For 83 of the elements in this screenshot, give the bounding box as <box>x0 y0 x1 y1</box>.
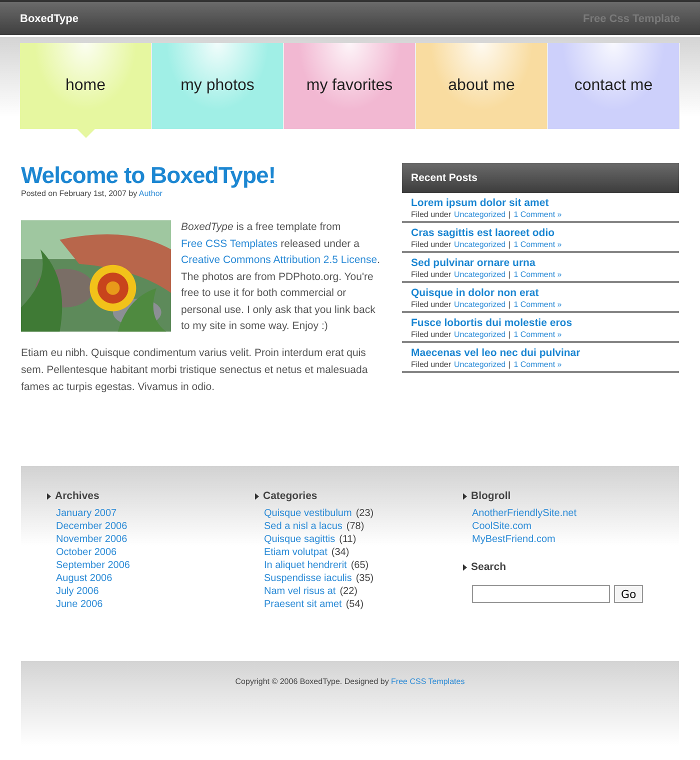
separator: | <box>508 270 511 279</box>
post-count: (34) <box>331 546 350 559</box>
link[interactable]: Author <box>138 189 162 198</box>
post-count: (23) <box>356 507 374 520</box>
comments-link[interactable]: 1 Comment » <box>514 330 562 339</box>
blogroll-link[interactable]: CoolSite.com <box>472 520 671 533</box>
comments-link[interactable]: 1 Comment » <box>514 210 562 219</box>
nav-tab[interactable]: contact me <box>548 43 680 129</box>
category-link[interactable]: Uncategorized <box>454 210 506 219</box>
category-link[interactable]: Uncategorized <box>454 270 506 279</box>
post-title[interactable]: Welcome to BoxedType! <box>21 161 381 189</box>
category-link[interactable]: Quisque sagittis <box>264 533 336 546</box>
blogroll-link[interactable]: AnotherFriendlySite.net <box>472 507 671 520</box>
triangle-icon <box>47 492 51 500</box>
separator: | <box>508 330 511 339</box>
pointer-icon <box>76 129 94 138</box>
link[interactable]: Creative Commons Attribution 2.5 License <box>181 254 378 266</box>
category-link[interactable]: Sed a nisl a lacus <box>264 520 342 533</box>
archive-link[interactable]: November 2006 <box>56 533 255 546</box>
designer-link[interactable]: Free CSS Templates <box>391 677 465 686</box>
go-button[interactable]: Go <box>614 585 644 603</box>
recent-posts-title: Recent Posts <box>411 172 478 184</box>
comments-link[interactable]: 1 Comment » <box>514 270 562 279</box>
archive-link[interactable]: September 2006 <box>56 559 255 572</box>
link[interactable]: Free CSS Templates <box>181 238 278 250</box>
filed-label: Filed under <box>411 270 452 279</box>
category-link[interactable]: Uncategorized <box>454 360 506 369</box>
post-meta: Posted on February 1st, 2007 by Author <box>21 189 164 198</box>
nav-tab[interactable]: my favorites <box>284 43 416 129</box>
triangle-icon <box>255 492 259 500</box>
post-count: (22) <box>340 585 358 598</box>
post-count: (11) <box>339 533 356 546</box>
blogroll-link[interactable]: MyBestFriend.com <box>472 533 671 546</box>
filed-label: Filed under <box>411 240 452 249</box>
post-link[interactable]: Cras sagittis est laoreet odio <box>411 227 670 239</box>
comments-link[interactable]: 1 Comment » <box>514 360 562 369</box>
post-count: (54) <box>346 598 364 611</box>
site-logo[interactable]: BoxedType <box>20 12 78 24</box>
section-heading: Blogroll <box>471 490 511 502</box>
separator: | <box>508 300 511 309</box>
post-link[interactable]: Lorem ipsum dolor sit amet <box>411 197 670 209</box>
category-link[interactable]: Nam vel risus at <box>264 585 336 598</box>
copyright-text: Copyright © 2006 BoxedType. Designed by Free CSS Templates <box>235 677 465 688</box>
filed-label: Filed under <box>411 300 452 309</box>
separator: | <box>508 360 511 369</box>
nav-tab[interactable]: about me <box>416 43 548 129</box>
archive-link[interactable]: August 2006 <box>56 572 255 585</box>
comments-link[interactable]: 1 Comment » <box>514 300 562 309</box>
category-link[interactable]: Quisque vestibulum <box>264 507 352 520</box>
intro-paragraph: BoxedType is a free template from Free CSS Templates released under a Creative Commons Attribution 2.5 License. The photos are from PDPhoto.org. You're free to use it for both commercial or personal use. I only ask that you link back to my site in some way. Enjoy :) <box>181 220 381 334</box>
post-count: (35) <box>356 572 374 585</box>
post-count: (78) <box>346 520 364 533</box>
triangle-icon <box>463 564 467 570</box>
archive-link[interactable]: December 2006 <box>56 520 255 533</box>
section-heading: Categories <box>263 490 318 502</box>
category-link[interactable]: Etiam volutpat <box>264 546 328 559</box>
post-count: (65) <box>350 559 369 572</box>
archive-link[interactable]: October 2006 <box>56 546 255 559</box>
triangle-icon <box>463 492 467 500</box>
section-heading: Search <box>471 561 506 573</box>
post-link[interactable]: Sed pulvinar ornare urna <box>411 257 670 269</box>
archive-link[interactable]: January 2007 <box>56 507 255 520</box>
body-paragraph: Etiam eu nibh. Quisque condimentum varius velit. Proin interdum erat quis sem. Pellentesque habitant morbi tristique senectus et netus et malesuada fames ac turpis egestas. Vivamus in odio. <box>21 346 369 396</box>
post-link[interactable]: Fusce lobortis dui molestie eros <box>411 317 670 329</box>
filed-label: Filed under <box>411 360 452 369</box>
filed-label: Filed under <box>411 210 452 219</box>
category-link[interactable]: Uncategorized <box>454 330 506 339</box>
separator: | <box>508 240 511 249</box>
category-link[interactable]: Uncategorized <box>454 300 506 309</box>
archive-link[interactable]: July 2006 <box>56 585 255 598</box>
post-link[interactable]: Maecenas vel leo nec dui pulvinar <box>411 347 670 359</box>
nav-tab[interactable]: my photos <box>152 43 284 129</box>
post-link[interactable]: Quisque in dolor non erat <box>411 287 670 299</box>
category-link[interactable]: Uncategorized <box>454 240 506 249</box>
category-link[interactable]: Praesent sit amet <box>264 598 342 611</box>
section-heading: Archives <box>55 490 100 502</box>
comments-link[interactable]: 1 Comment » <box>514 240 562 249</box>
search-field[interactable] <box>472 585 610 603</box>
category-link[interactable]: In aliquet hendrerit <box>264 559 347 572</box>
category-link[interactable]: Suspendisse iaculis <box>264 572 352 585</box>
archive-link[interactable]: June 2006 <box>56 598 255 611</box>
separator: | <box>508 210 511 219</box>
filed-label: Filed under <box>411 330 452 339</box>
